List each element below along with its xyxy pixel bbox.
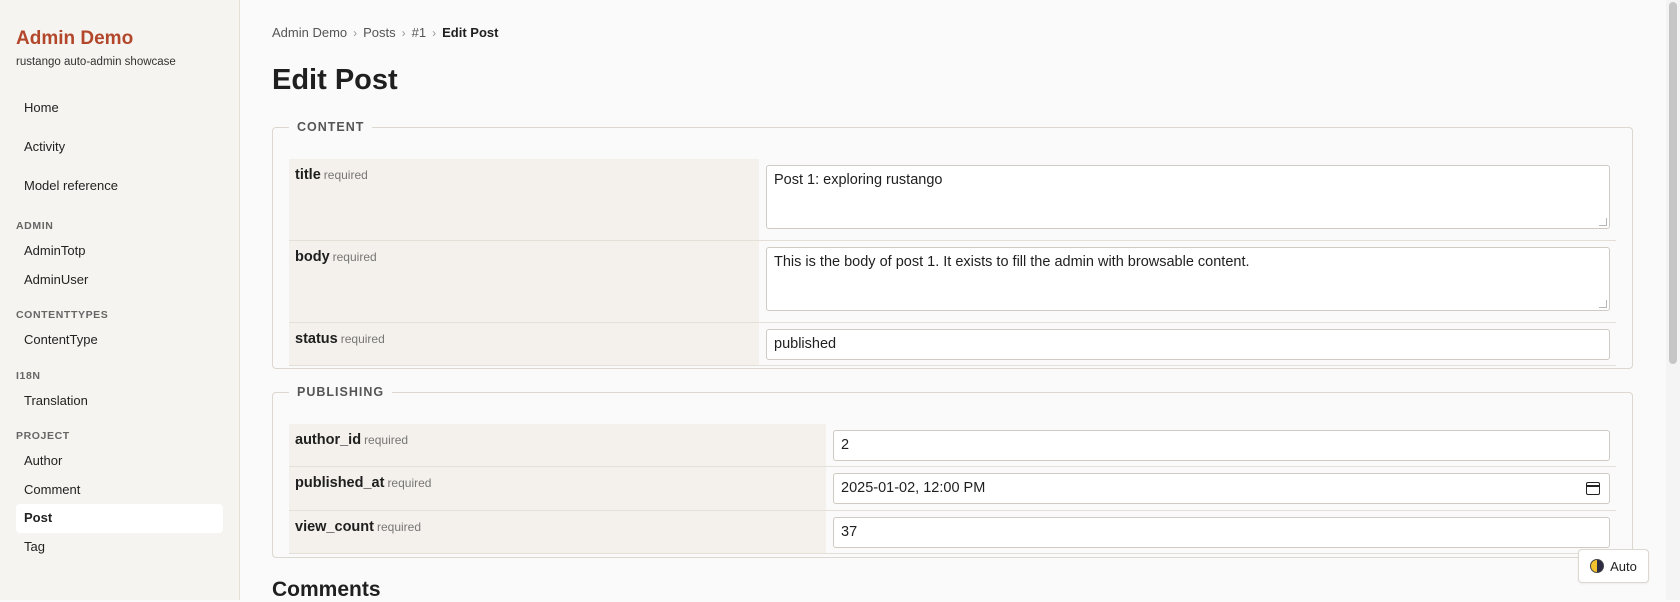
nav-group-project: PROJECT xyxy=(16,430,70,442)
nav-item-home[interactable]: Home xyxy=(16,88,223,127)
breadcrumb-separator-icon: › xyxy=(432,26,437,40)
nav-item-post[interactable]: Post xyxy=(16,504,223,533)
field-label-author-id: author_id xyxy=(295,432,362,448)
breadcrumb-current: Edit Post xyxy=(442,25,499,40)
nav-item-admintotp[interactable]: AdminTotp xyxy=(16,237,223,266)
required-hint: required xyxy=(332,250,377,264)
field-label-status: status xyxy=(295,331,338,347)
field-row-body: body required This is the body of post 1.… xyxy=(289,241,1616,323)
page-title: Edit Post xyxy=(272,64,398,96)
breadcrumb-post-id[interactable]: #1 xyxy=(412,25,426,40)
required-hint: required xyxy=(364,433,409,447)
field-row-published-at: published_at required 2025-01-02, 12:00 P… xyxy=(289,467,1616,511)
required-hint: required xyxy=(376,520,421,534)
publishing-section: PUBLISHING author_id required 2 published… xyxy=(272,385,1633,558)
field-row-title: title required Post 1: exploring rustango xyxy=(289,159,1616,241)
main-content: Admin Demo › Posts › #1 › Edit Post Edit Post … xyxy=(272,0,1633,601)
nav-group-i18n: I18N xyxy=(16,369,41,382)
breadcrumb-separator-icon: › xyxy=(401,26,406,40)
field-row-view-count: view_count required 37 xyxy=(289,511,1616,554)
breadcrumb-admin-demo[interactable]: Admin Demo xyxy=(272,25,347,40)
breadcrumb-posts[interactable]: Posts xyxy=(363,25,396,40)
nav-item-contenttype[interactable]: ContentType xyxy=(16,326,223,355)
publishing-section-legend: PUBLISHING xyxy=(297,385,385,399)
nav-item-model-reference[interactable]: Model reference xyxy=(16,166,223,205)
published-at-value: 2025-01-02, 12:00 PM xyxy=(841,480,986,496)
nav-group-admin: ADMIN xyxy=(16,220,54,232)
required-hint: required xyxy=(387,476,432,490)
theme-toggle-label: Auto xyxy=(1610,558,1637,574)
content-section: CONTENT title required Post 1: exploring … xyxy=(272,120,1633,369)
content-section-legend: CONTENT xyxy=(297,120,365,134)
status-input[interactable]: published xyxy=(766,329,1610,360)
nav-item-adminuser[interactable]: AdminUser xyxy=(16,266,223,295)
brand-subtitle: rustango auto-admin showcase xyxy=(16,56,176,68)
theme-toggle-button[interactable]: Auto xyxy=(1578,549,1649,583)
field-row-status: status required published xyxy=(289,323,1616,366)
field-label-title: title xyxy=(295,167,321,183)
author-id-input[interactable]: 2 xyxy=(833,430,1610,461)
resize-grip-icon[interactable] xyxy=(1599,218,1607,226)
nav-item-translation[interactable]: Translation xyxy=(16,387,223,416)
title-textarea[interactable]: Post 1: exploring rustango xyxy=(766,165,1610,229)
sidebar: Admin Demo rustango auto-admin showcase … xyxy=(0,0,240,600)
comments-heading: Comments xyxy=(272,578,381,601)
field-label-published-at: published_at xyxy=(295,475,385,491)
page-scrollbar[interactable] xyxy=(1666,0,1680,600)
resize-grip-icon[interactable] xyxy=(1599,300,1607,308)
nav-item-activity[interactable]: Activity xyxy=(16,127,223,166)
nav-item-comment[interactable]: Comment xyxy=(16,476,223,505)
field-label-view-count: view_count xyxy=(295,519,374,535)
breadcrumb: Admin Demo › Posts › #1 › Edit Post xyxy=(272,25,498,40)
half-moon-icon xyxy=(1590,559,1605,573)
scrollbar-thumb[interactable] xyxy=(1669,2,1677,364)
body-textarea[interactable]: This is the body of post 1. It exists to… xyxy=(766,247,1610,311)
nav-item-tag[interactable]: Tag xyxy=(16,533,223,562)
view-count-input[interactable]: 37 xyxy=(833,517,1610,548)
brand-title[interactable]: Admin Demo xyxy=(16,28,223,50)
calendar-icon[interactable] xyxy=(1586,482,1600,495)
published-at-input[interactable]: 2025-01-02, 12:00 PM xyxy=(833,473,1610,504)
required-hint: required xyxy=(340,332,385,346)
breadcrumb-separator-icon: › xyxy=(353,26,358,40)
field-label-body: body xyxy=(295,249,330,265)
nav-group-contenttypes: CONTENTTYPES xyxy=(16,309,109,321)
nav-item-author[interactable]: Author xyxy=(16,447,223,476)
field-row-author-id: author_id required 2 xyxy=(289,424,1616,467)
required-hint: required xyxy=(323,168,368,182)
